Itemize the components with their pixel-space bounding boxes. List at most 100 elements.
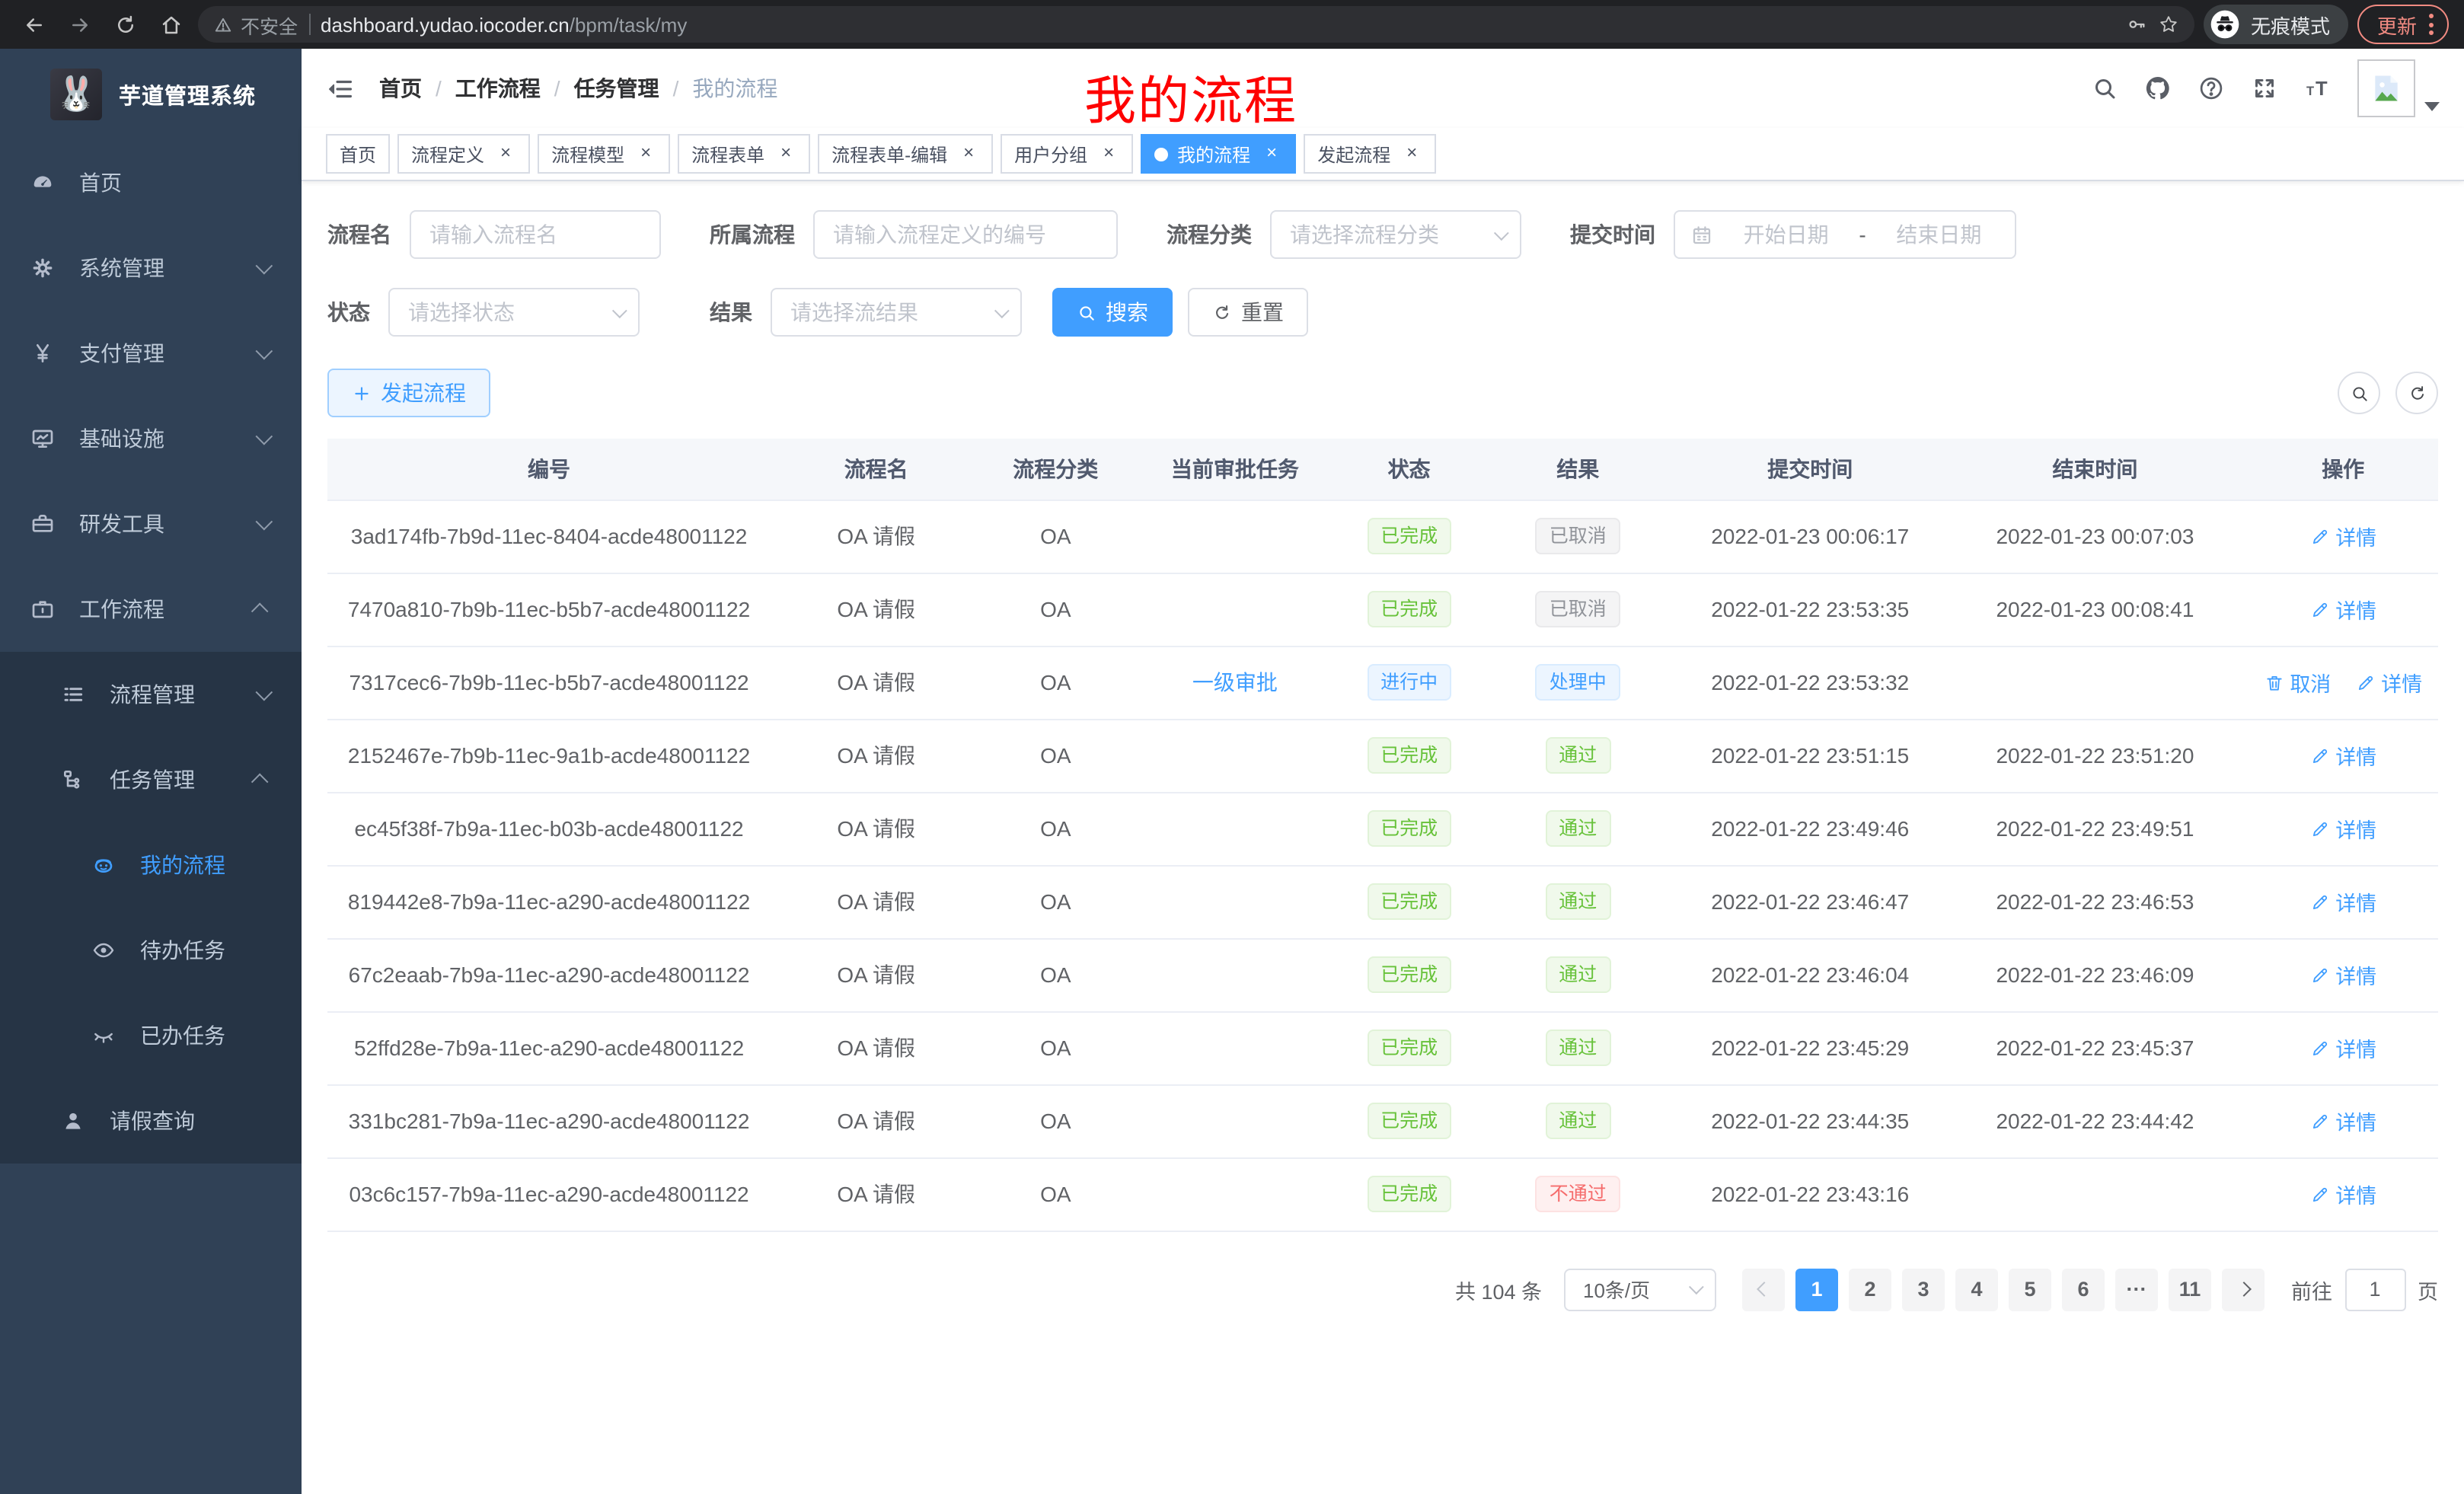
chevron-down-icon — [612, 302, 627, 318]
logo-row[interactable]: 🐰 芋道管理系统 — [0, 49, 302, 140]
sidebar-item[interactable]: 任务管理 — [0, 737, 302, 822]
process-name: OA 请假 — [771, 646, 981, 719]
browser-menu-icon[interactable] — [2429, 14, 2434, 35]
tab-close-icon[interactable] — [775, 143, 796, 164]
help-icon[interactable] — [2197, 75, 2225, 102]
category-select[interactable]: 请选择流程分类 — [1270, 210, 1521, 259]
process-id: 67c2eaab-7b9a-11ec-a290-acde48001122 — [327, 938, 771, 1011]
url-divider — [308, 14, 310, 35]
user-avatar-dropdown[interactable] — [2357, 59, 2440, 117]
tab-close-icon[interactable] — [958, 143, 979, 164]
detail-action[interactable]: 详情 — [2309, 740, 2376, 771]
reset-button[interactable]: 重置 — [1188, 288, 1308, 337]
tab-close-icon[interactable] — [1401, 143, 1422, 164]
name-label: 流程名 — [327, 219, 391, 250]
prev-page-button[interactable] — [1742, 1268, 1785, 1310]
tab-close-icon[interactable] — [495, 143, 516, 164]
process-id: 3ad174fb-7b9d-11ec-8404-acde48001122 — [327, 500, 771, 573]
sidebar-item[interactable]: 系统管理 — [0, 225, 302, 311]
goto-page-input[interactable] — [2344, 1268, 2405, 1310]
process-name-input[interactable] — [410, 210, 661, 259]
security-status[interactable]: 不安全 — [213, 10, 298, 39]
sidebar-collapse-icon[interactable] — [326, 74, 355, 103]
route-tab[interactable]: 发起流程 — [1304, 134, 1436, 174]
sidebar-item[interactable]: 已办任务 — [0, 993, 302, 1078]
detail-action[interactable]: 详情 — [2355, 667, 2422, 698]
result-tag: 通过 — [1545, 883, 1610, 920]
avatar[interactable] — [2357, 59, 2415, 117]
breadcrumb: 首页工作流程任务管理我的流程 — [379, 73, 777, 104]
browser-reload-icon[interactable] — [107, 6, 143, 43]
sidebar-item[interactable]: 待办任务 — [0, 908, 302, 993]
detail-action[interactable]: 详情 — [2309, 813, 2376, 844]
result-tag: 通过 — [1545, 1103, 1610, 1139]
url-text[interactable]: dashboard.yudao.iocoder.cn/bpm/task/my — [321, 13, 2115, 36]
cancel-action[interactable]: 取消 — [2264, 667, 2331, 698]
route-tab[interactable]: 流程定义 — [397, 134, 530, 174]
tab-close-icon[interactable] — [1261, 143, 1282, 164]
browser-back-icon[interactable] — [15, 6, 52, 43]
show-search-toggle-button[interactable] — [2338, 372, 2380, 414]
browser-update-button[interactable]: 更新 — [2357, 5, 2449, 44]
bookmark-star-icon[interactable] — [2158, 14, 2179, 35]
start-date-placeholder[interactable]: 开始日期 — [1725, 219, 1846, 250]
breadcrumb-item[interactable]: 我的流程 — [692, 73, 777, 104]
route-tab[interactable]: 流程表单-编辑 — [818, 134, 993, 174]
sidebar-item[interactable]: 首页 — [0, 140, 302, 225]
breadcrumb-item[interactable]: 工作流程 — [455, 73, 574, 104]
browser-home-icon[interactable] — [152, 6, 189, 43]
screenshot-root: 不安全 dashboard.yudao.iocoder.cn/bpm/task/… — [0, 0, 2464, 1494]
fullscreen-icon[interactable] — [2251, 75, 2278, 102]
sidebar-item[interactable]: 支付管理 — [0, 311, 302, 396]
detail-action[interactable]: 详情 — [2309, 1106, 2376, 1136]
category-label: 流程分类 — [1167, 219, 1252, 250]
page-button[interactable]: 6 — [2062, 1268, 2105, 1310]
process-id: ec45f38f-7b9a-11ec-b03b-acde48001122 — [327, 792, 771, 865]
detail-action[interactable]: 详情 — [2309, 594, 2376, 624]
route-tab[interactable]: 流程模型 — [538, 134, 670, 174]
sidebar-item[interactable]: 研发工具 — [0, 481, 302, 567]
end-date-placeholder[interactable]: 结束日期 — [1878, 219, 2000, 250]
process-definition-input[interactable] — [813, 210, 1118, 259]
submit-time-range-picker[interactable]: 开始日期 - 结束日期 — [1674, 210, 2016, 259]
sidebar-item[interactable]: 基础设施 — [0, 396, 302, 481]
github-icon[interactable] — [2144, 75, 2172, 102]
sidebar-item[interactable]: 工作流程 — [0, 567, 302, 652]
page-button[interactable]: 4 — [1955, 1268, 1998, 1310]
page-button[interactable]: 11 — [2169, 1268, 2211, 1310]
sidebar-item[interactable]: 请假查询 — [0, 1078, 302, 1164]
breadcrumb-item[interactable]: 任务管理 — [574, 73, 693, 104]
detail-action[interactable]: 详情 — [2309, 959, 2376, 990]
result-select[interactable]: 请选择流结果 — [771, 288, 1022, 337]
address-bar[interactable]: 不安全 dashboard.yudao.iocoder.cn/bpm/task/… — [198, 6, 2194, 43]
page-button[interactable]: 3 — [1902, 1268, 1945, 1310]
current-task-link[interactable]: 一级审批 — [1192, 670, 1278, 694]
route-tab[interactable]: 流程表单 — [678, 134, 810, 174]
tab-close-icon[interactable] — [635, 143, 656, 164]
create-process-button[interactable]: 发起流程 — [327, 369, 490, 417]
password-key-icon[interactable] — [2126, 14, 2147, 35]
page-button[interactable]: 2 — [1849, 1268, 1891, 1310]
detail-action[interactable]: 详情 — [2309, 1033, 2376, 1063]
detail-action[interactable]: 详情 — [2309, 1179, 2376, 1209]
refresh-table-button[interactable] — [2395, 372, 2438, 414]
page-button[interactable]: ··· — [2115, 1268, 2158, 1310]
browser-forward-icon[interactable] — [61, 6, 97, 43]
next-page-button[interactable] — [2222, 1268, 2265, 1310]
detail-action[interactable]: 详情 — [2309, 521, 2376, 551]
page-size-select[interactable]: 10条/页 — [1563, 1268, 1716, 1310]
tab-close-icon[interactable] — [1098, 143, 1119, 164]
status-select[interactable]: 请选择状态 — [388, 288, 640, 337]
breadcrumb-item[interactable]: 首页 — [379, 73, 455, 104]
route-tab[interactable]: 用户分组 — [1001, 134, 1133, 174]
header-search-icon[interactable] — [2091, 75, 2118, 102]
page-button[interactable]: 5 — [2009, 1268, 2051, 1310]
font-size-icon[interactable] — [2304, 75, 2332, 102]
page-button[interactable]: 1 — [1795, 1268, 1838, 1310]
search-button[interactable]: 搜索 — [1052, 288, 1173, 337]
sidebar-item[interactable]: 流程管理 — [0, 652, 302, 737]
detail-action[interactable]: 详情 — [2309, 886, 2376, 917]
sidebar-item[interactable]: 我的流程 — [0, 822, 302, 908]
route-tab[interactable]: 首页 — [326, 134, 390, 174]
route-tab[interactable]: 我的流程 — [1141, 134, 1296, 174]
